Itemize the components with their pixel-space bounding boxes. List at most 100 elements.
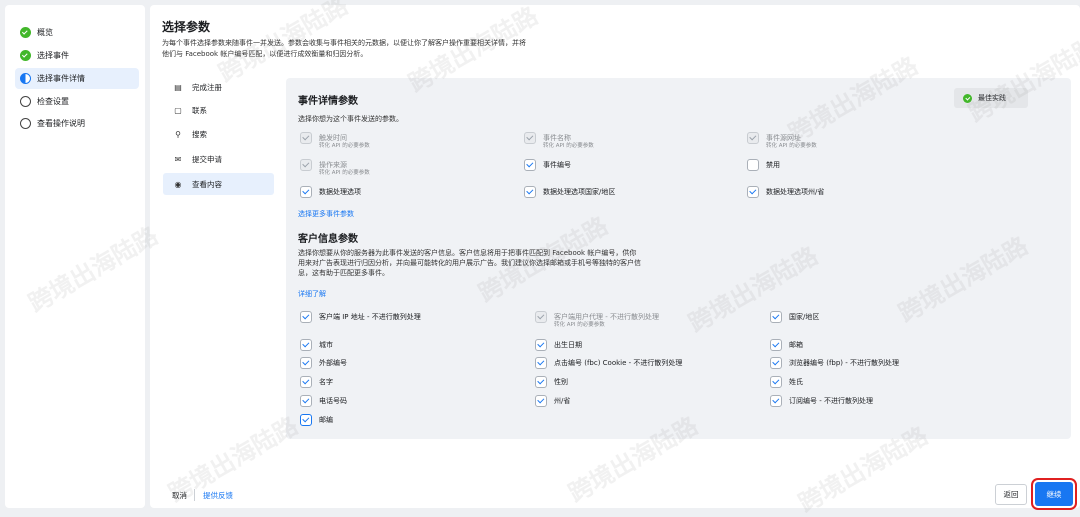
- param-fbp-browser-id[interactable]: 浏览器编号 (fbp) - 不进行散列处理: [770, 357, 899, 369]
- best-practice-badge[interactable]: 最佳实践: [954, 88, 1028, 108]
- checkbox[interactable]: [535, 339, 547, 351]
- param-hint: 转化 API 的必要参数: [543, 143, 594, 149]
- param-last-name[interactable]: 姓氏: [770, 376, 803, 388]
- param-first-name[interactable]: 名字: [300, 376, 333, 388]
- checkbox[interactable]: [770, 339, 782, 351]
- more-event-params-link[interactable]: 选择更多事件参数: [298, 209, 354, 219]
- checkbox[interactable]: [747, 186, 759, 198]
- mail-icon: ✉: [174, 154, 182, 164]
- param-label: 订阅编号 - 不进行散列处理: [789, 397, 873, 405]
- checkbox[interactable]: [300, 357, 312, 369]
- param-phone[interactable]: 电话号码: [300, 395, 347, 407]
- step-label: 概览: [37, 28, 53, 37]
- param-date-of-birth[interactable]: 出生日期: [535, 339, 582, 351]
- param-label: 事件编号: [543, 161, 571, 169]
- step-nav: 概览 选择事件 选择事件详情 检查设置 查看操作说明: [5, 5, 145, 508]
- param-hint: 转化 API 的必要参数: [319, 143, 370, 149]
- param-label: 客户端 IP 地址 - 不进行散列处理: [319, 313, 421, 321]
- param-label: 姓氏: [789, 378, 803, 386]
- param-hint: 转化 API 的必要参数: [319, 170, 370, 176]
- checkbox[interactable]: [535, 357, 547, 369]
- checkbox[interactable]: [524, 132, 536, 144]
- checkbox[interactable]: [770, 376, 782, 388]
- checkbox[interactable]: [770, 357, 782, 369]
- param-label: 客户端用户代理 - 不进行散列处理: [554, 313, 659, 321]
- param-zip[interactable]: 邮编: [300, 414, 333, 426]
- param-label: 邮编: [319, 416, 333, 424]
- checkbox[interactable]: [300, 132, 312, 144]
- menu-item-complete-registration[interactable]: ▤ 完成注册: [163, 76, 274, 98]
- chat-icon: ▢: [174, 105, 182, 115]
- param-event-id[interactable]: 事件编号: [524, 159, 571, 171]
- checkbox[interactable]: [300, 186, 312, 198]
- checkbox[interactable]: [300, 395, 312, 407]
- param-subscription-id[interactable]: 订阅编号 - 不进行散列处理: [770, 395, 873, 407]
- empty-circle-icon: [20, 118, 31, 129]
- feedback-link[interactable]: 提供反馈: [203, 490, 233, 501]
- continue-button[interactable]: 继续: [1035, 482, 1073, 506]
- param-action-source[interactable]: 操作来源 转化 API 的必要参数: [300, 159, 370, 177]
- param-label: 邮箱: [789, 341, 803, 349]
- param-trigger-time[interactable]: 触发时间 转化 API 的必要参数: [300, 132, 370, 150]
- checkbox[interactable]: [747, 132, 759, 144]
- param-event-name[interactable]: 事件名称 转化 API 的必要参数: [524, 132, 594, 150]
- param-external-id[interactable]: 外部编号: [300, 357, 347, 369]
- param-label: 出生日期: [554, 341, 582, 349]
- step-event-details[interactable]: 选择事件详情: [15, 68, 139, 89]
- param-label: 州/省: [554, 397, 571, 405]
- param-client-ip[interactable]: 客户端 IP 地址 - 不进行散列处理: [300, 311, 421, 323]
- checkbox[interactable]: [535, 395, 547, 407]
- checkbox[interactable]: [300, 159, 312, 171]
- customer-params-title: 客户信息参数: [298, 234, 358, 245]
- eye-icon: ◉: [174, 179, 182, 189]
- step-instructions[interactable]: 查看操作说明: [15, 113, 139, 134]
- checkbox[interactable]: [770, 311, 782, 323]
- step-label: 查看操作说明: [37, 119, 85, 128]
- document-icon: ▤: [174, 82, 182, 92]
- step-review-setup[interactable]: 检查设置: [15, 91, 139, 112]
- param-data-processing-options[interactable]: 数据处理选项: [300, 186, 361, 198]
- checkbox[interactable]: [300, 414, 312, 426]
- checkbox[interactable]: [524, 159, 536, 171]
- param-event-source-url[interactable]: 事件源网址 转化 API 的必要参数: [747, 132, 817, 150]
- cancel-button[interactable]: 取消: [172, 490, 187, 501]
- param-label: 事件名称: [543, 134, 571, 142]
- page-title: 选择参数: [162, 20, 211, 34]
- menu-item-search[interactable]: ⚲ 搜索: [163, 123, 274, 145]
- menu-item-contact[interactable]: ▢ 联系: [163, 99, 274, 121]
- step-label: 选择事件: [37, 51, 69, 60]
- param-city[interactable]: 城市: [300, 339, 333, 351]
- divider: [194, 489, 195, 501]
- checkbox[interactable]: [300, 376, 312, 388]
- checkbox[interactable]: [300, 311, 312, 323]
- step-overview[interactable]: 概览: [15, 22, 139, 43]
- half-circle-icon: [20, 73, 31, 84]
- checkbox[interactable]: [535, 311, 547, 323]
- checkbox[interactable]: [535, 376, 547, 388]
- param-gender[interactable]: 性别: [535, 376, 568, 388]
- checkbox[interactable]: [524, 186, 536, 198]
- param-hint: 转化 API 的必要参数: [766, 143, 817, 149]
- param-client-user-agent[interactable]: 客户端用户代理 - 不进行散列处理 转化 API 的必要参数: [535, 311, 659, 329]
- param-opt-out[interactable]: 禁用: [747, 159, 780, 171]
- param-data-processing-country[interactable]: 数据处理选项国家/地区: [524, 186, 615, 198]
- checkbox[interactable]: [747, 159, 759, 171]
- menu-item-label: 查看内容: [192, 179, 222, 189]
- param-data-processing-state[interactable]: 数据处理选项州/省: [747, 186, 824, 198]
- param-fbc-cookie[interactable]: 点击编号 (fbc) Cookie - 不进行散列处理: [535, 357, 682, 369]
- checkmark-icon: [20, 50, 31, 61]
- menu-item-view-content[interactable]: ◉ 查看内容: [163, 173, 274, 195]
- menu-item-label: 联系: [192, 105, 207, 115]
- back-button[interactable]: 返回: [995, 484, 1027, 505]
- param-label: 触发时间: [319, 134, 347, 142]
- checkbox[interactable]: [770, 395, 782, 407]
- param-label: 事件源网址: [766, 134, 801, 142]
- menu-item-submit-application[interactable]: ✉ 提交申请: [163, 148, 274, 170]
- page-description: 为每个事件选择参数来随事件一并发送。参数会收集与事件相关的元数据，以便让你了解客…: [162, 39, 526, 58]
- param-country[interactable]: 国家/地区: [770, 311, 819, 323]
- param-email[interactable]: 邮箱: [770, 339, 803, 351]
- learn-more-link[interactable]: 详细了解: [298, 289, 326, 299]
- step-select-events[interactable]: 选择事件: [15, 45, 139, 66]
- param-state[interactable]: 州/省: [535, 395, 570, 407]
- checkbox[interactable]: [300, 339, 312, 351]
